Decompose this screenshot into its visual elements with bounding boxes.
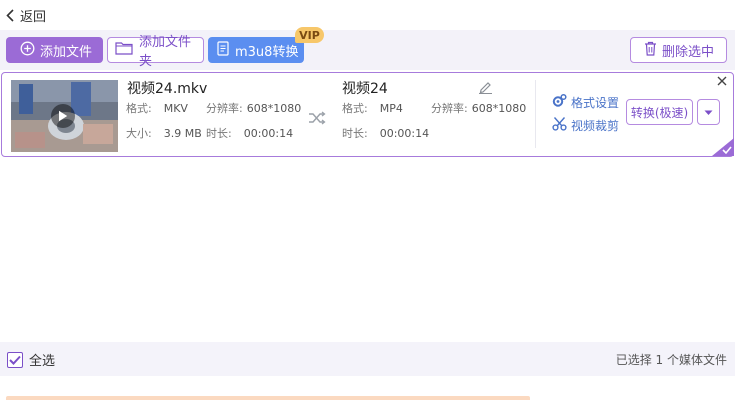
plus-circle-icon: [20, 41, 35, 60]
format-settings-button[interactable]: 格式设置: [552, 93, 619, 111]
folder-icon: [115, 41, 133, 59]
output-file-name: 视频24: [342, 81, 388, 97]
video-crop-button[interactable]: 视频裁剪: [552, 116, 619, 134]
output-format-value: MP4: [379, 102, 403, 115]
output-format: 格式: MP4: [342, 100, 403, 116]
convert-options-dropdown[interactable]: [697, 99, 720, 125]
chevron-down-icon: [704, 105, 713, 119]
source-resolution-value: 608*1080: [246, 102, 302, 115]
vip-badge: VIP: [295, 27, 324, 43]
back-button[interactable]: 返回: [6, 6, 46, 25]
source-duration: 时长: 00:00:14: [206, 125, 293, 141]
source-size-value: 3.9 MB: [163, 127, 202, 140]
delete-selected-button[interactable]: 删除选中: [630, 37, 727, 63]
video-crop-label: 视频裁剪: [571, 118, 620, 133]
shuffle-icon: [308, 111, 326, 128]
source-format-key: 格式:: [126, 102, 152, 115]
close-icon[interactable]: [715, 74, 729, 88]
document-icon: [217, 40, 229, 60]
add-file-button[interactable]: 添加文件: [6, 37, 103, 63]
output-duration-key: 时长:: [342, 127, 368, 140]
output-format-key: 格式:: [342, 102, 368, 115]
m3u8-convert-button[interactable]: m3u8转换: [208, 37, 304, 63]
source-file-name: 视频24.mkv: [127, 81, 208, 97]
back-label: 返回: [20, 9, 47, 25]
selected-corner-check-icon: [712, 138, 734, 156]
source-size: 大小: 3.9 MB: [126, 125, 202, 141]
top-bar: 返回: [0, 0, 735, 30]
convert-button[interactable]: 转换(极速): [626, 99, 693, 125]
output-duration: 时长: 00:00:14: [342, 125, 429, 141]
selection-status: 已选择 1 个媒体文件: [615, 353, 727, 367]
trash-icon: [644, 41, 657, 60]
check-icon: [7, 351, 23, 368]
format-settings-label: 格式设置: [571, 95, 620, 110]
source-size-key: 大小:: [126, 127, 152, 140]
play-icon[interactable]: [51, 104, 75, 128]
output-duration-value: 00:00:14: [379, 127, 430, 140]
output-resolution-key: 分辨率:: [431, 102, 468, 115]
source-resolution: 分辨率: 608*1080: [206, 100, 301, 116]
source-format: 格式: MKV: [126, 100, 188, 116]
select-all-label: 全选: [29, 354, 56, 369]
output-resolution-value: 608*1080: [471, 102, 527, 115]
scissors-icon: [552, 116, 567, 134]
bottom-progress-strip: [6, 396, 530, 400]
m3u8-label: m3u8转换: [235, 44, 299, 60]
video-thumbnail[interactable]: [11, 80, 118, 152]
card-divider: [535, 80, 536, 148]
add-folder-button[interactable]: 添加文件夹: [107, 35, 204, 69]
source-duration-value: 00:00:14: [243, 127, 294, 140]
delete-selected-label: 删除选中: [662, 44, 715, 60]
source-format-value: MKV: [163, 102, 188, 115]
source-duration-key: 时长:: [206, 127, 232, 140]
output-resolution: 分辨率: 608*1080: [431, 100, 526, 116]
add-file-label: 添加文件: [40, 44, 93, 60]
add-folder-label: 添加文件夹: [139, 35, 192, 69]
gear-icon: [552, 93, 567, 111]
footer-bar: 全选 已选择 1 个媒体文件: [0, 342, 735, 376]
toolbar: 添加文件 添加文件夹 m3u8转换 删除选中: [0, 30, 735, 70]
source-resolution-key: 分辨率:: [206, 102, 243, 115]
select-all-checkbox[interactable]: 全选: [7, 350, 55, 369]
back-arrow-icon: [6, 8, 14, 22]
pencil-icon[interactable]: [478, 80, 493, 97]
